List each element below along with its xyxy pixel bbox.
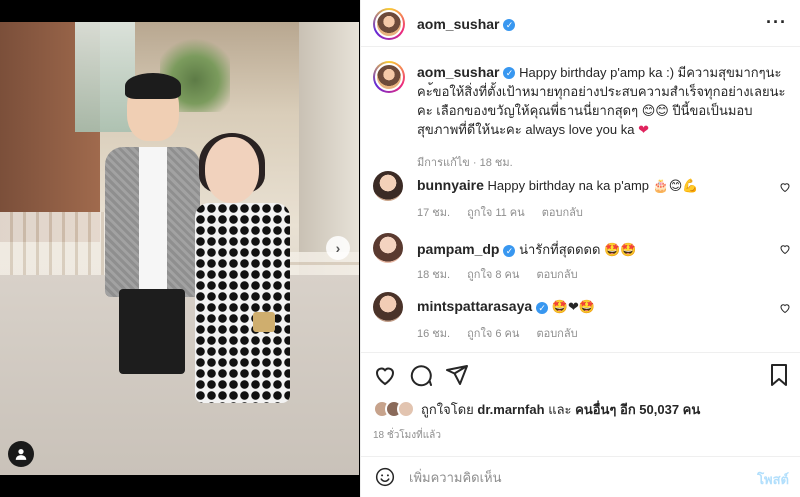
chevron-right-icon: › [335, 240, 341, 256]
user-tag-icon [15, 449, 27, 460]
comment-meta: 18 ชม. ถูกใจ 8 คน ตอบกลับ [417, 265, 592, 283]
comment-meta: 17 ชม. ถูกใจ 11 คน ตอบกลับ [417, 203, 597, 221]
comment-username[interactable]: bunnyaire [417, 177, 484, 193]
comment-username[interactable]: mintspattarasaya [417, 298, 532, 314]
avatar[interactable] [373, 233, 403, 263]
header-username[interactable]: aom_sushar ✓ [417, 16, 516, 32]
heart-icon[interactable] [779, 302, 791, 314]
post-media: › [0, 0, 360, 497]
caption-avatar[interactable] [373, 61, 405, 93]
instagram-post: › aom_sushar ✓ ··· aom_sushar ✓ Happy birt… [0, 0, 800, 497]
heart-icon[interactable] [779, 243, 791, 255]
caption-meta: มีการแก้ไข · 18 ชม. [417, 157, 513, 169]
action-bar [361, 352, 800, 394]
avatar[interactable] [373, 292, 403, 322]
heart-icon[interactable] [779, 181, 791, 193]
comment-time[interactable]: 17 ชม. [417, 207, 450, 219]
comment-likes[interactable]: ถูกใจ 11 คน [467, 207, 525, 219]
more-icon[interactable]: ··· [766, 12, 787, 33]
caption-username[interactable]: aom_sushar ✓ [417, 64, 516, 80]
comment-username[interactable]: pampam_dp [417, 241, 499, 257]
likes-count[interactable]: คนอื่นๆ อีก 50,037 คน [575, 402, 700, 417]
photo-person-man [105, 73, 200, 377]
likes-summary: ถูกใจโดย dr.marnfah และ คนอื่นๆ อีก 50,0… [373, 398, 700, 420]
paper-plane-icon[interactable] [445, 363, 469, 387]
comments-section: aom_sushar ✓ Happy birthday p'amp ka :) ม… [361, 47, 800, 352]
comment-likes[interactable]: ถูกใจ 8 คน [467, 269, 519, 281]
comment-item: mintspattarasaya ✓ 🤩❤🤩 16 ชม. ถูกใจ 6 คน … [373, 292, 793, 348]
caption-body: aom_sushar ✓ Happy birthday p'amp ka :) ม… [417, 63, 789, 139]
comment-composer: โพสต์ [361, 456, 800, 497]
verified-badge-icon: ✓ [503, 67, 516, 80]
comment-text: pampam_dp ✓ น่ารักที่สุดดดด 🤩🤩 [417, 241, 637, 257]
smiley-icon[interactable] [375, 467, 395, 487]
comment-text: mintspattarasaya ✓ 🤩❤🤩 [417, 298, 596, 314]
comment-time[interactable]: 16 ชม. [417, 328, 450, 340]
bookmark-icon[interactable] [767, 363, 791, 387]
reply-button[interactable]: ตอบกลับ [536, 269, 577, 281]
post-comment-button[interactable]: โพสต์ [757, 469, 789, 490]
comment-input[interactable] [409, 466, 739, 488]
post-timestamp[interactable]: 18 ชั่วโมงที่แล้ว [373, 428, 441, 443]
user-tags-button[interactable] [8, 441, 34, 467]
verified-badge-icon: ✓ [536, 301, 549, 314]
comment-likes[interactable]: ถูกใจ 6 คน [467, 328, 519, 340]
avatar[interactable] [373, 8, 405, 40]
comment-icon[interactable] [409, 363, 433, 387]
post-header: aom_sushar ✓ ··· [361, 0, 800, 47]
post-photo[interactable] [0, 22, 359, 475]
photo-person-woman [195, 133, 295, 417]
heart-icon[interactable] [373, 363, 397, 387]
reply-button[interactable]: ตอบกลับ [542, 207, 583, 219]
verified-badge-icon: ✓ [503, 19, 516, 32]
liker-username[interactable]: dr.marnfah [477, 402, 544, 417]
avatar[interactable] [373, 171, 403, 201]
comment-text: bunnyaire Happy birthday na ka p'amp 🎂😊💪 [417, 177, 699, 193]
comment-item: bunnyaire Happy birthday na ka p'amp 🎂😊💪… [373, 171, 793, 227]
next-image-button[interactable]: › [326, 236, 350, 260]
comment-time[interactable]: 18 ชม. [417, 269, 450, 281]
post-side-panel: aom_sushar ✓ ··· aom_sushar ✓ Happy birthd… [360, 0, 800, 497]
avatar [397, 400, 415, 418]
comment-meta: 16 ชม. ถูกใจ 6 คน ตอบกลับ [417, 324, 592, 342]
heart-emoji: ❤ [638, 122, 649, 137]
reply-button[interactable]: ตอบกลับ [536, 328, 577, 340]
comment-item: pampam_dp ✓ น่ารักที่สุดดดด 🤩🤩 18 ชม. ถูก… [373, 233, 793, 289]
verified-badge-icon: ✓ [503, 244, 516, 257]
likes-text[interactable]: ถูกใจโดย dr.marnfah และ คนอื่นๆ อีก 50,0… [421, 399, 700, 420]
